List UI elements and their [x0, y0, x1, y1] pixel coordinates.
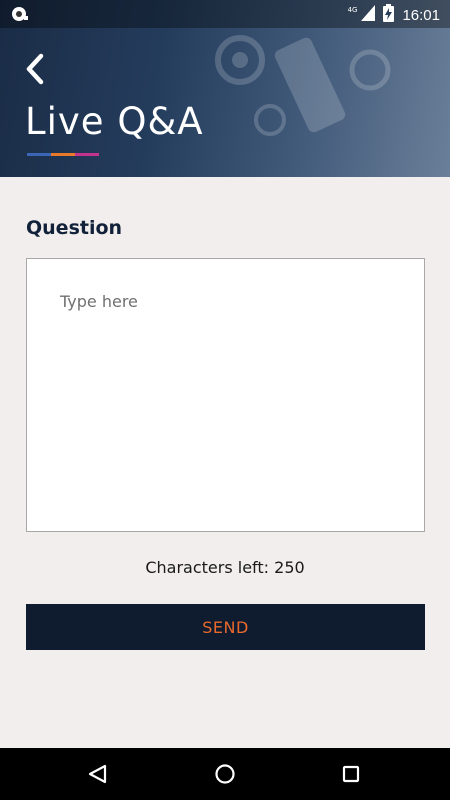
nav-recents-button[interactable]	[337, 760, 365, 788]
back-button[interactable]	[22, 52, 48, 86]
nav-home-button[interactable]	[211, 760, 239, 788]
gears-decoration-icon	[215, 35, 391, 136]
chevron-left-icon	[26, 53, 44, 85]
signal-icon	[361, 5, 376, 25]
status-bar: 4G 16:01	[0, 0, 450, 28]
nav-back-button[interactable]	[84, 760, 112, 788]
question-label: Question	[26, 217, 123, 239]
battery-charging-icon	[383, 4, 395, 26]
send-button[interactable]: SEND	[26, 604, 425, 650]
characters-left-counter: Characters left: 250	[145, 558, 305, 577]
notification-icon	[10, 4, 30, 28]
navigation-bar	[0, 748, 450, 800]
question-input[interactable]	[27, 259, 424, 531]
question-input-box[interactable]	[26, 258, 425, 532]
home-circle-icon	[215, 764, 235, 784]
page-title: Live Q&A	[25, 100, 204, 143]
clock: 16:01	[402, 6, 440, 24]
network-type: 4G	[347, 6, 358, 14]
header: 4G 16:01 Live Q&A	[0, 0, 450, 177]
back-triangle-icon	[88, 764, 107, 784]
title-accent-bar	[27, 153, 99, 156]
recents-square-icon	[342, 765, 360, 783]
